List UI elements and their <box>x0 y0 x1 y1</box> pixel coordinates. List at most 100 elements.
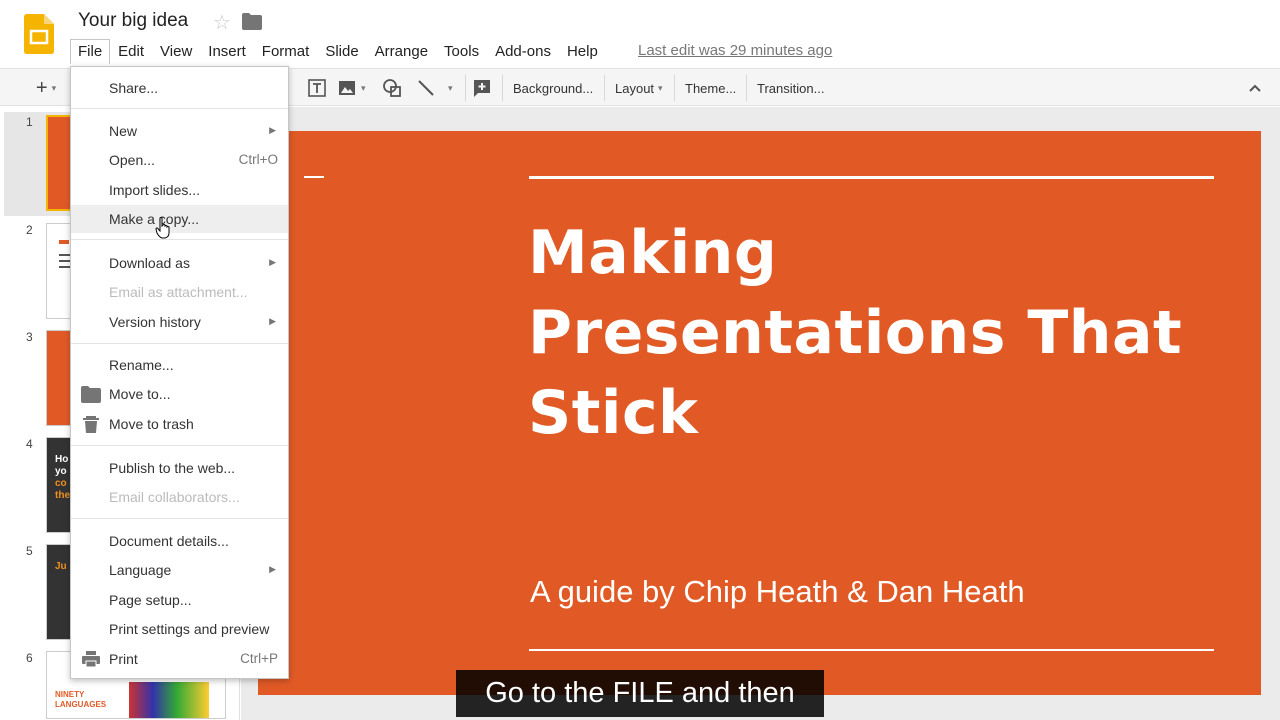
menu-divider <box>71 518 288 519</box>
menu-slide[interactable]: Slide <box>317 39 366 64</box>
toolbar-divider <box>746 75 747 101</box>
toolbar-divider <box>604 75 605 101</box>
line-icon <box>418 80 434 96</box>
comment-button[interactable] <box>472 75 494 101</box>
shape-icon <box>383 79 401 97</box>
document-title[interactable]: Your big idea <box>78 10 188 32</box>
file-menu-dropdown: Share... New ▶ Open... Ctrl+O Import slide… <box>70 66 289 679</box>
add-comment-icon <box>474 80 490 97</box>
title-line: Stick <box>528 378 699 448</box>
menu-import-slides[interactable]: Import slides... <box>71 176 288 204</box>
transition-button[interactable]: Transition... <box>757 75 824 101</box>
thumb-text: Ju <box>55 561 67 572</box>
slide-dash <box>304 176 324 178</box>
menu-bar: File Edit View Insert Format Slide Arran… <box>70 38 606 64</box>
star-icon[interactable]: ☆ <box>213 10 231 35</box>
folder-icon <box>81 386 101 403</box>
menu-label: Email as attachment... <box>109 284 248 300</box>
menu-label: New <box>109 123 138 139</box>
menu-divider <box>71 343 288 344</box>
menu-share[interactable]: Share... <box>71 74 288 102</box>
slide-number: 3 <box>26 330 33 344</box>
menu-make-copy[interactable]: Make a copy... <box>71 205 288 233</box>
background-button[interactable]: Background... <box>513 75 593 101</box>
menu-new[interactable]: New ▶ <box>71 117 288 145</box>
thumb-text: yo <box>55 466 67 477</box>
menu-edit[interactable]: Edit <box>110 39 152 64</box>
menu-addons[interactable]: Add-ons <box>487 39 559 64</box>
menu-document-details[interactable]: Document details... <box>71 527 288 555</box>
menu-download-as[interactable]: Download as ▶ <box>71 249 288 277</box>
theme-button[interactable]: Theme... <box>685 75 736 101</box>
slide-title[interactable]: Making Presentations That Stick <box>528 213 1228 453</box>
slides-logo-icon[interactable] <box>24 14 54 54</box>
menu-view[interactable]: View <box>152 39 200 64</box>
title-bar: Your big idea ☆ File Edit View Insert Fo… <box>0 0 1280 68</box>
caret-down-icon: ▾ <box>361 82 366 93</box>
slide-number: 4 <box>26 437 33 451</box>
title-line: Making <box>528 218 778 288</box>
menu-label: Print <box>109 651 138 667</box>
menu-insert[interactable]: Insert <box>200 39 254 64</box>
menu-move-to[interactable]: Move to... <box>71 380 288 408</box>
menu-print[interactable]: Print Ctrl+P <box>71 645 288 673</box>
menu-format[interactable]: Format <box>254 39 318 64</box>
text-box-button[interactable] <box>305 75 329 101</box>
menu-print-settings[interactable]: Print settings and preview <box>71 615 288 643</box>
folder-icon[interactable] <box>242 13 262 30</box>
thumb-image <box>129 682 209 718</box>
menu-label: Share... <box>109 80 159 96</box>
menu-move-to-trash[interactable]: Move to trash <box>71 410 288 438</box>
image-button[interactable]: ▾ <box>337 75 371 101</box>
thumb-text: Ho <box>55 454 69 465</box>
layout-button[interactable]: Layout ▾ <box>615 75 663 101</box>
menu-label: Move to... <box>109 386 171 402</box>
menu-label: Email collaborators... <box>109 489 240 505</box>
caret-down-icon: ▾ <box>51 82 57 93</box>
video-caption: Go to the FILE and then <box>456 670 824 717</box>
slide-subtitle[interactable]: A guide by Chip Heath & Dan Heath <box>530 574 1025 610</box>
last-edit-link[interactable]: Last edit was 29 minutes ago <box>638 42 832 59</box>
line-button[interactable]: ▾ <box>416 75 456 101</box>
menu-label: Page setup... <box>109 592 192 608</box>
menu-divider <box>71 239 288 240</box>
chevron-up-icon <box>1249 84 1261 92</box>
thumb-text: co <box>55 478 67 489</box>
plus-icon: + <box>35 76 48 99</box>
submenu-arrow-icon: ▶ <box>269 316 276 326</box>
slide-top-rule <box>529 176 1214 179</box>
caret-down-icon: ▾ <box>658 82 663 93</box>
slide-canvas[interactable]: Making Presentations That Stick A guide … <box>258 131 1261 695</box>
menu-label: Publish to the web... <box>109 460 236 476</box>
menu-version-history[interactable]: Version history ▶ <box>71 308 288 336</box>
slide-number: 5 <box>26 544 33 558</box>
menu-label: Download as <box>109 255 190 271</box>
menu-label: Print settings and preview <box>109 621 270 637</box>
menu-divider <box>71 108 288 109</box>
menu-publish[interactable]: Publish to the web... <box>71 454 288 482</box>
toolbar-divider <box>502 75 503 101</box>
menu-rename[interactable]: Rename... <box>71 351 288 379</box>
menu-page-setup[interactable]: Page setup... <box>71 586 288 614</box>
menu-arrange[interactable]: Arrange <box>367 39 436 64</box>
new-slide-button[interactable]: + ▾ <box>26 75 66 101</box>
title-line: Presentations That <box>528 298 1183 368</box>
collapse-toolbar-button[interactable] <box>1247 75 1265 101</box>
submenu-arrow-icon: ▶ <box>269 564 276 574</box>
trash-icon <box>83 416 99 433</box>
menu-open[interactable]: Open... Ctrl+O <box>71 146 288 174</box>
menu-file[interactable]: File <box>70 38 111 64</box>
slide-number: 6 <box>26 651 33 665</box>
image-icon <box>339 81 355 95</box>
shape-button[interactable] <box>382 75 406 101</box>
menu-shortcut: Ctrl+P <box>240 651 278 666</box>
menu-shortcut: Ctrl+O <box>238 152 278 167</box>
menu-help[interactable]: Help <box>559 39 606 64</box>
menu-label: Language <box>109 562 172 578</box>
menu-label: Document details... <box>109 533 229 549</box>
menu-label: Open... <box>109 152 155 168</box>
menu-language[interactable]: Language ▶ <box>71 556 288 584</box>
submenu-arrow-icon: ▶ <box>269 125 276 135</box>
menu-label: Move to trash <box>109 416 194 432</box>
menu-tools[interactable]: Tools <box>436 39 487 64</box>
